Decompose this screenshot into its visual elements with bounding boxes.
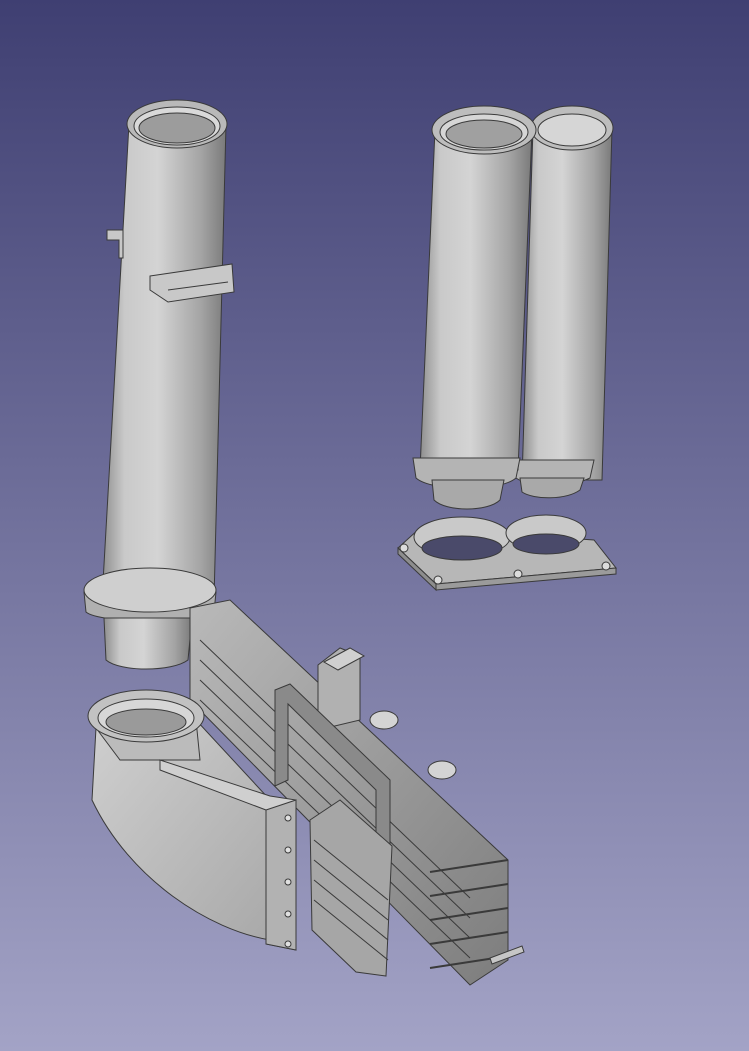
3d-viewport[interactable] — [0, 0, 749, 1051]
3d-scene[interactable] — [0, 0, 749, 1051]
